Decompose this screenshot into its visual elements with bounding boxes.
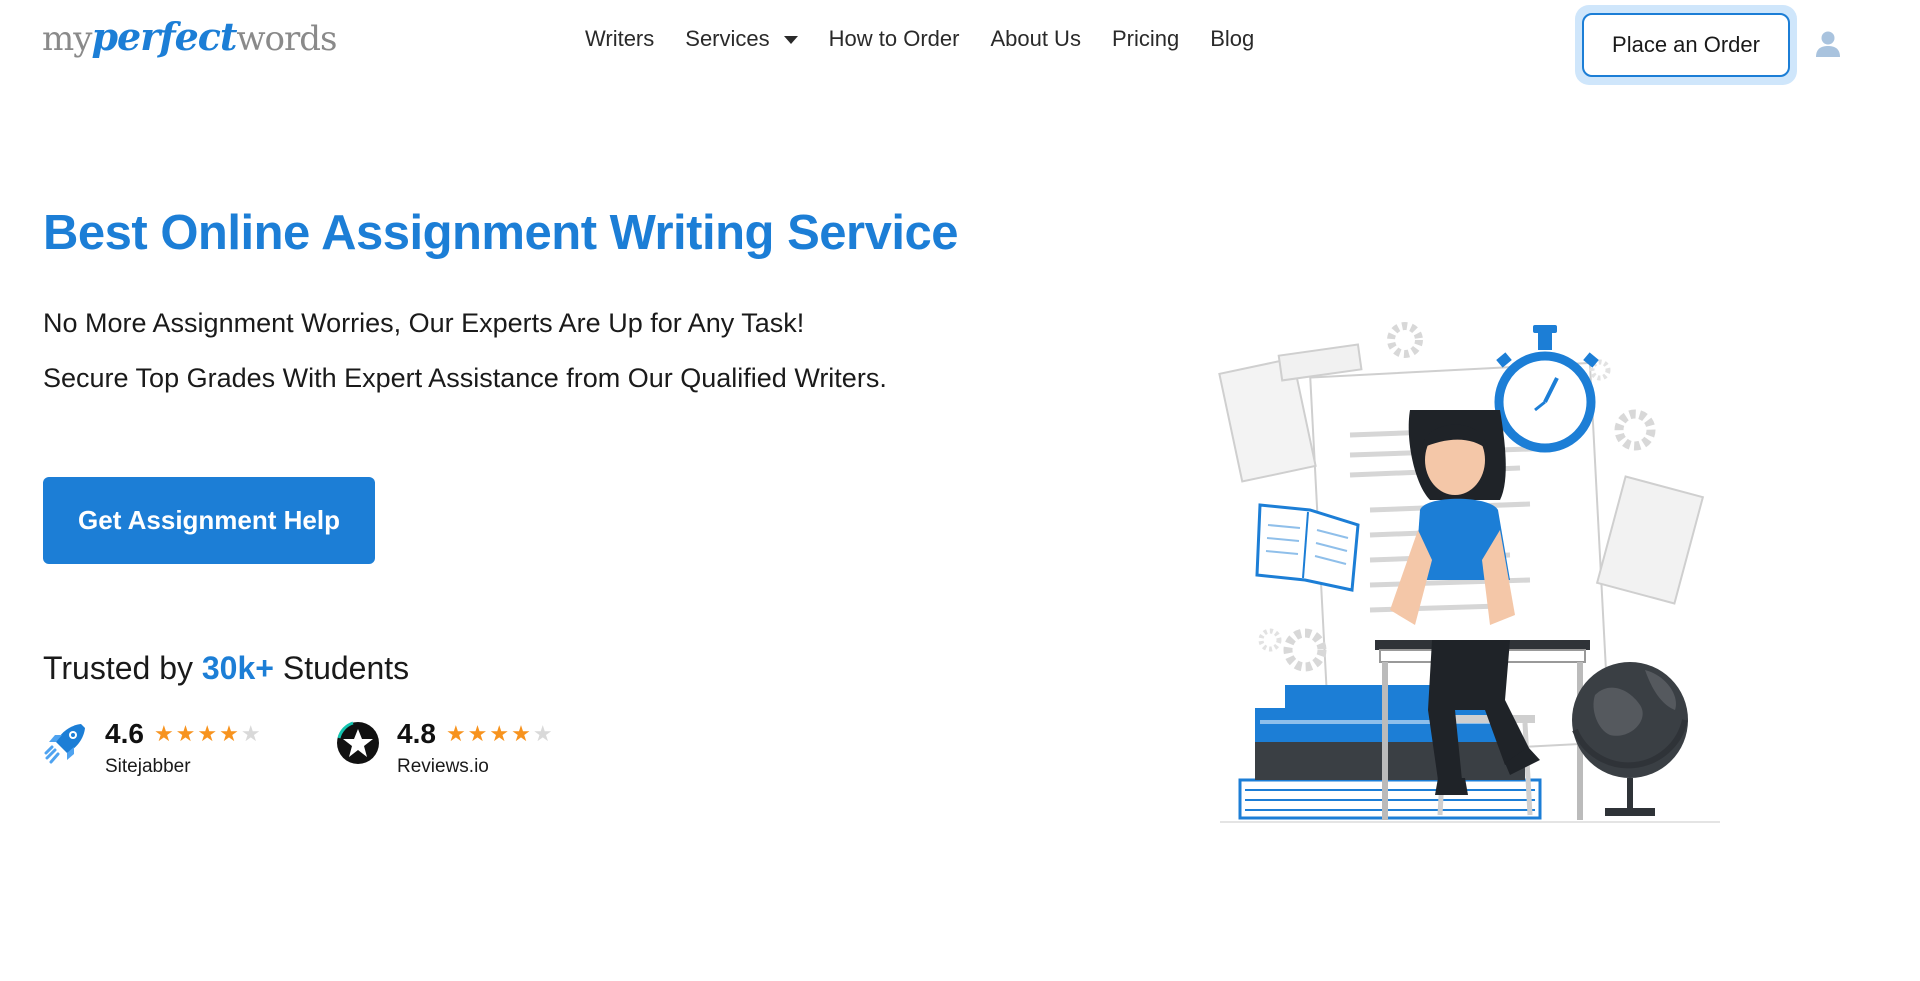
star-icon: ★ bbox=[511, 721, 531, 746]
rating-source: Reviews.io bbox=[397, 756, 489, 777]
page-title: Best Online Assignment Writing Service bbox=[43, 206, 958, 260]
brand-logo[interactable]: my perfect words bbox=[42, 14, 337, 64]
rocket-icon bbox=[44, 724, 85, 764]
student-writing-illustration bbox=[1218, 322, 1720, 823]
star-icon: ★ bbox=[489, 721, 510, 746]
logo-text-words: words bbox=[236, 19, 337, 59]
order-button-focus-ring: Place an Order bbox=[1575, 5, 1797, 85]
star-rating: ★ ★ ★ ★ ★ bbox=[154, 723, 263, 745]
star-empty-icon: ★ bbox=[240, 721, 261, 746]
trusted-suffix: Students bbox=[282, 650, 410, 686]
rating-reviews-io-text: 4.8 ★ ★ ★ ★ ★ Reviews.io bbox=[397, 718, 555, 778]
star-empty-icon: ★ bbox=[532, 721, 553, 746]
user-icon[interactable] bbox=[1815, 30, 1841, 58]
rating-score: 4.6 bbox=[105, 718, 144, 749]
rating-sitejabber-text: 4.6 ★ ★ ★ ★ ★ Sitejabber bbox=[105, 718, 263, 778]
star-rating: ★ ★ ★ ★ ★ bbox=[446, 723, 555, 745]
main-nav: Writers Services How to Order About Us P… bbox=[585, 26, 1285, 52]
rating-score: 4.8 bbox=[397, 718, 436, 749]
logo-text-my: my bbox=[42, 19, 92, 59]
logo-text-perfect: perfect bbox=[91, 14, 237, 59]
star-icon: ★ bbox=[467, 721, 488, 746]
chevron-down-icon bbox=[783, 36, 798, 44]
star-icon: ★ bbox=[219, 721, 239, 746]
star-icon: ★ bbox=[153, 721, 174, 746]
rating-reviews-io[interactable]: 4.8 ★ ★ ★ ★ ★ Reviews.io bbox=[335, 718, 555, 778]
nav-item-how-to-order[interactable]: How to Order bbox=[829, 26, 960, 52]
star-badge-icon bbox=[337, 721, 379, 764]
rating-source: Sitejabber bbox=[105, 756, 191, 777]
trusted-prefix: Trusted by bbox=[43, 650, 193, 686]
star-icon: ★ bbox=[445, 721, 466, 746]
trusted-by-text: Trusted by 30k+ Students bbox=[43, 650, 409, 687]
hero-subtitle-1: No More Assignment Worries, Our Experts … bbox=[43, 308, 805, 338]
nav-item-pricing[interactable]: Pricing bbox=[1112, 26, 1179, 52]
star-icon: ★ bbox=[197, 721, 218, 746]
get-assignment-help-button[interactable]: Get Assignment Help bbox=[43, 477, 375, 564]
nav-item-blog[interactable]: Blog bbox=[1210, 26, 1254, 52]
site-header: my perfect words Writers Services How to… bbox=[0, 0, 1920, 88]
place-order-button[interactable]: Place an Order bbox=[1582, 13, 1790, 77]
nav-item-services[interactable]: Services bbox=[685, 26, 798, 52]
rating-sitejabber[interactable]: 4.6 ★ ★ ★ ★ ★ Sitejabber bbox=[43, 718, 263, 778]
star-icon: ★ bbox=[175, 721, 196, 746]
nav-item-about-us[interactable]: About Us bbox=[990, 26, 1081, 52]
trusted-count: 30k+ bbox=[201, 650, 274, 686]
nav-item-writers[interactable]: Writers bbox=[585, 26, 654, 52]
nav-item-services-label: Services bbox=[685, 26, 770, 51]
hero-subtitle-2: Secure Top Grades With Expert Assistance… bbox=[43, 363, 887, 393]
